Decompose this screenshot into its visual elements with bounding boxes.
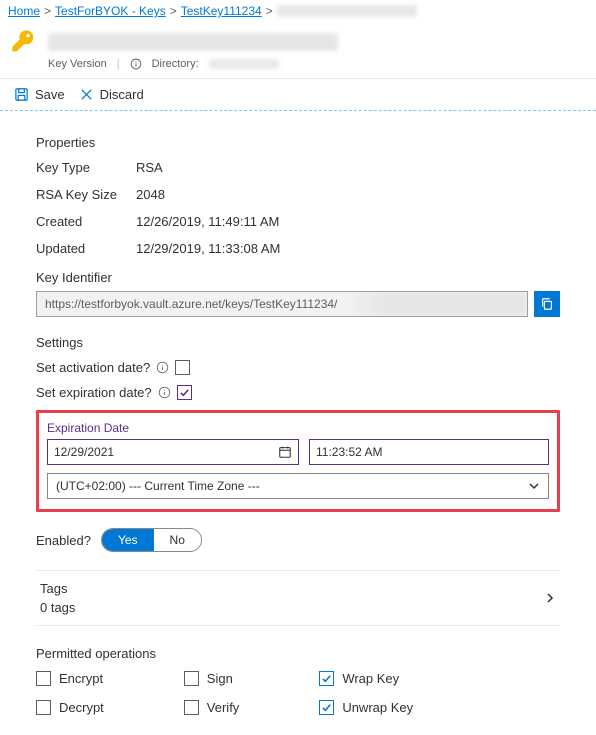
tags-row[interactable]: Tags 0 tags [36,570,560,626]
directory-redacted [209,59,279,69]
permitted-operations: Encrypt Decrypt Sign Verify Wrap Key Unw… [36,671,560,715]
chevron-right-icon: > [170,4,177,18]
tags-label: Tags [40,581,75,596]
expiration-date-section: Expiration Date 12/29/2021 11:23:52 AM (… [36,410,560,512]
info-icon [130,58,142,70]
activation-checkbox[interactable] [175,360,190,375]
wrap-label: Wrap Key [342,671,399,686]
set-activation-row: Set activation date? [36,360,560,375]
value: 12/26/2019, 11:49:11 AM [136,214,279,229]
breadcrumb: Home > TestForBYOK - Keys > TestKey11123… [0,0,596,22]
encrypt-label: Encrypt [59,671,103,686]
chevron-right-icon: > [44,4,51,18]
expiration-checkbox[interactable] [177,385,192,400]
key-icon [10,28,38,56]
prop-key-type: Key Type RSA [36,160,560,175]
value: 12/29/2019, 11:33:08 AM [136,241,280,256]
decrypt-checkbox[interactable] [36,700,51,715]
toolbar: Save Discard [0,79,596,111]
sign-checkbox[interactable] [184,671,199,686]
breadcrumb-vault[interactable]: TestForBYOK - Keys [55,4,166,18]
label: Created [36,214,136,229]
properties-heading: Properties [36,135,560,150]
page-subtitle: Key Version | Directory: [0,58,596,78]
verify-label: Verify [207,700,240,715]
discard-button[interactable]: Discard [79,87,144,102]
save-button[interactable]: Save [14,87,65,102]
wrap-checkbox[interactable] [319,671,334,686]
time-value: 11:23:52 AM [316,445,383,459]
key-identifier-field[interactable]: https://testforbyok.vault.azure.net/keys… [36,291,528,317]
enabled-yes[interactable]: Yes [102,529,154,551]
date-value: 12/29/2021 [54,445,114,459]
copy-button[interactable] [534,291,560,317]
chevron-right-icon [544,592,556,604]
breadcrumb-key[interactable]: TestKey111234 [181,4,262,18]
identifier-redacted [347,292,527,316]
key-identifier-label: Key Identifier [36,270,560,285]
save-icon [14,87,29,102]
expiration-date-label: Expiration Date [47,421,549,435]
enabled-label: Enabled? [36,533,91,548]
unwrap-label: Unwrap Key [342,700,413,715]
label: Updated [36,241,136,256]
close-icon [79,87,94,102]
calendar-icon[interactable] [278,445,292,459]
value: RSA [136,160,163,175]
enabled-row: Enabled? Yes No [36,528,560,552]
encrypt-checkbox[interactable] [36,671,51,686]
timezone-select[interactable]: (UTC+02:00) --- Current Time Zone --- [47,473,549,499]
breadcrumb-version-redacted [277,5,417,17]
chevron-down-icon [528,480,540,492]
directory-label: Directory: [152,58,199,70]
sign-label: Sign [207,671,233,686]
set-expiration-row: Set expiration date? [36,385,560,400]
expiration-date-input[interactable]: 12/29/2021 [47,439,299,465]
prop-rsa-size: RSA Key Size 2048 [36,187,560,202]
label: RSA Key Size [36,187,136,202]
settings-heading: Settings [36,335,560,350]
subtitle-text: Key Version [48,58,107,70]
expiration-time-input[interactable]: 11:23:52 AM [309,439,549,465]
discard-label: Discard [100,87,144,102]
save-label: Save [35,87,65,102]
divider: | [117,58,120,70]
chevron-right-icon: > [266,4,273,18]
enabled-no[interactable]: No [154,529,201,551]
enabled-toggle[interactable]: Yes No [101,528,202,552]
copy-icon [540,297,554,311]
help-icon[interactable] [156,361,169,374]
set-expiration-label: Set expiration date? [36,385,152,400]
check-icon [321,673,332,684]
decrypt-label: Decrypt [59,700,104,715]
prop-created: Created 12/26/2019, 11:49:11 AM [36,214,560,229]
set-activation-label: Set activation date? [36,360,150,375]
breadcrumb-home[interactable]: Home [8,4,40,18]
label: Key Type [36,160,136,175]
prop-updated: Updated 12/29/2019, 11:33:08 AM [36,241,560,256]
verify-checkbox[interactable] [184,700,199,715]
key-identifier-value: https://testforbyok.vault.azure.net/keys… [45,297,337,311]
check-icon [179,387,190,398]
tags-count: 0 tags [40,600,75,615]
permitted-heading: Permitted operations [36,646,560,661]
page-title-redacted [48,33,338,51]
value: 2048 [136,187,165,202]
timezone-value: (UTC+02:00) --- Current Time Zone --- [56,479,260,493]
unwrap-checkbox[interactable] [319,700,334,715]
check-icon [321,702,332,713]
page-title-row [0,22,596,58]
help-icon[interactable] [158,386,171,399]
